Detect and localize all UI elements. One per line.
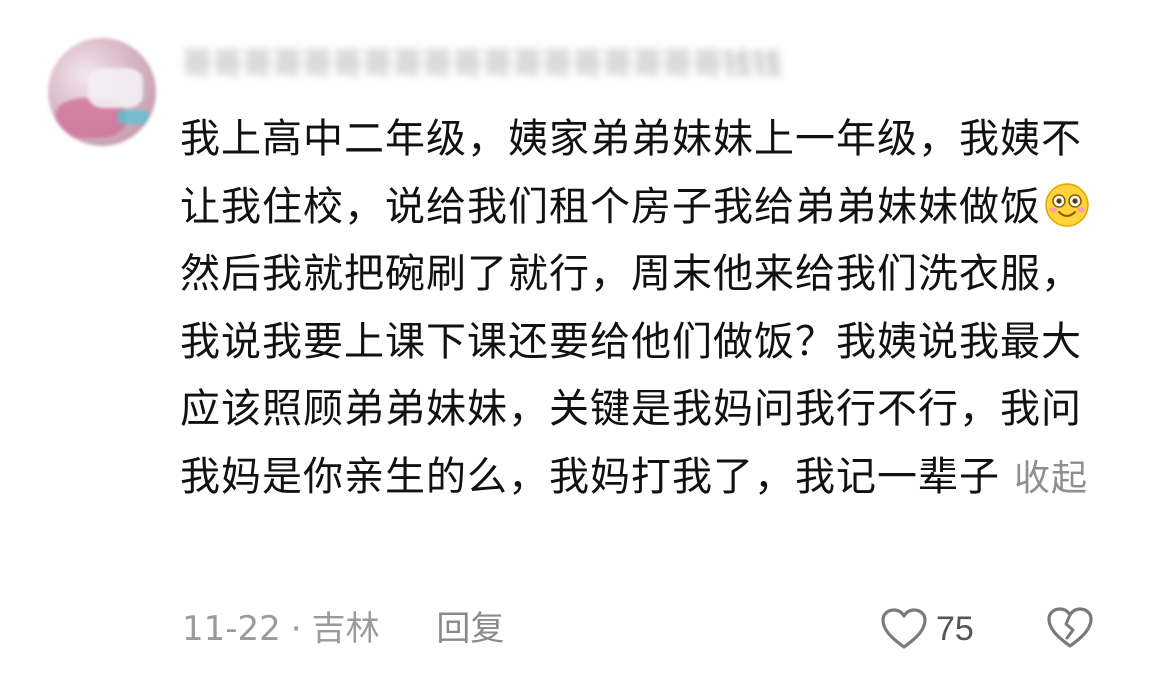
- like-button[interactable]: 75: [880, 604, 974, 654]
- heart-outline-icon: [881, 608, 927, 649]
- comment-item: 哥哥哥哥哥哥哥哥哥哥哥哥哥哥哥哥哥哥钱钱 我上高中二年级，姨家弟弟妹妹上一年级，…: [0, 0, 1152, 691]
- meta-separator: ·: [290, 609, 302, 649]
- avatar[interactable]: [48, 38, 156, 146]
- broken-heart-icon[interactable]: [1046, 606, 1094, 650]
- comment-location: 吉林: [311, 609, 380, 649]
- comment-text-part-1: 我上高中二年级，姨家弟弟妹妹上一年级，我姨不让我住校，说给我们租个房子我给弟弟妹…: [180, 116, 1082, 230]
- comment-text-part-2: 然后我就把碗刷了就行，周末他来给我们洗衣服，我说我要上课下课还要给他们做饭？我姨…: [180, 251, 1082, 500]
- like-count: 75: [936, 609, 974, 648]
- comment-text: 我上高中二年级，姨家弟弟妹妹上一年级，我姨不让我住校，说给我们租个房子我给弟弟妹…: [180, 106, 1095, 512]
- comment-meta: 11-22 · 吉林 回复: [182, 604, 504, 654]
- comment-date: 11-22: [182, 609, 281, 649]
- username[interactable]: 哥哥哥哥哥哥哥哥哥哥哥哥哥哥哥哥哥哥钱钱: [182, 44, 942, 86]
- reply-button[interactable]: 回复: [436, 609, 504, 649]
- collapse-link[interactable]: 收起: [1014, 458, 1088, 499]
- smile-emoji-icon: [1045, 182, 1089, 227]
